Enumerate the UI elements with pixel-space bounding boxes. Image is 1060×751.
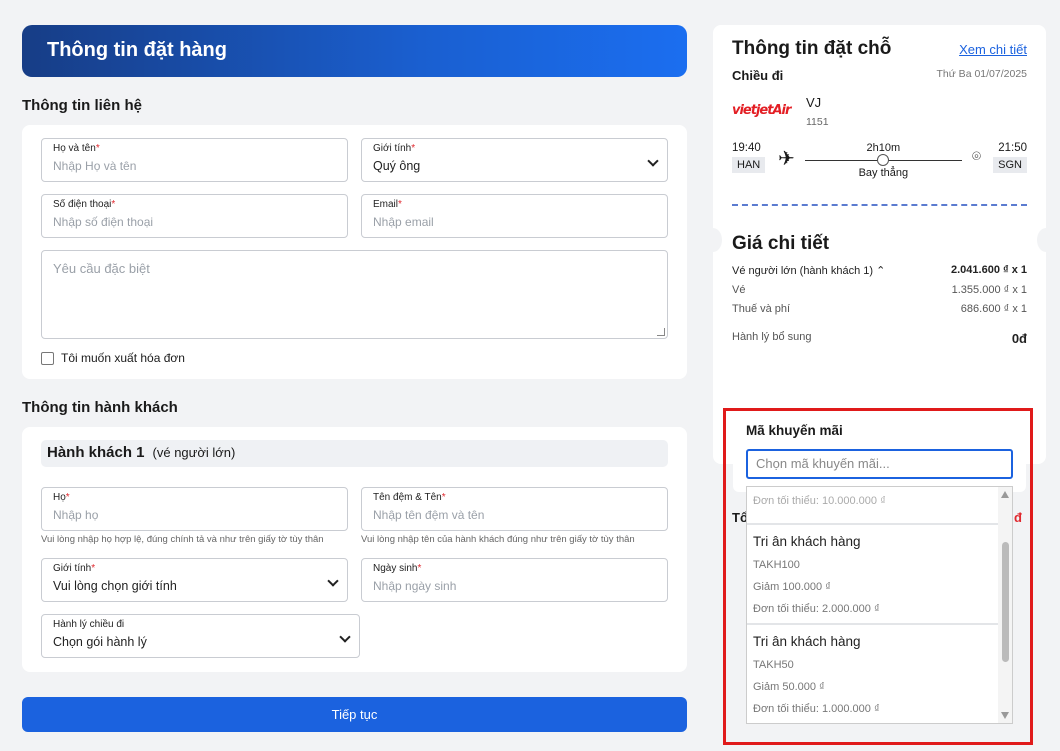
vietjet-logo: vietjetAir [732,103,791,118]
extra-luggage-row: Hành lý bổ sung 0đ [732,331,1027,346]
ticket-row: Vé 1.355.000 ₫ x 1 [732,284,1027,296]
passenger-type: (vé người lớn) [152,445,236,460]
direction-label: Chiều đi [732,68,784,83]
booking-card: Thông tin đặt chỗ Xem chi tiết Chiều đi … [704,25,1055,464]
arrival-airport: SGN [993,157,1027,173]
plane-icon: ✈ [778,148,795,170]
invoice-checkbox[interactable] [41,351,54,365]
tax-row: Thuế và phí 686.600 ₫ x 1 [732,303,1027,315]
page-title: Thông tin đặt hàng [22,25,687,77]
highlight-frame [723,408,1033,745]
adult-label: Vé người lớn (hành khách 1) [732,265,874,277]
location-pin-icon: ⌾ [971,148,981,165]
email-placeholder: Nhập email [373,215,434,229]
last-name-placeholder: Nhập họ [53,508,99,522]
gender-select[interactable]: Giới tính* Quý ông [361,138,668,182]
phone-placeholder: Nhập số điện thoại [53,215,154,229]
pax-gender-label: Giới tính [53,563,92,574]
phone-label: Số điện thoại [53,199,112,210]
last-name-hint: Vui lòng nhập họ hợp lệ, đúng chính tả v… [41,534,324,545]
adult-price-row[interactable]: Vé người lớn (hành khách 1) ⌃ 2.041.600 … [732,264,1027,277]
flight-number: 1151 [806,116,829,128]
phone-field[interactable]: Số điện thoại* Nhập số điện thoại [41,194,348,238]
extra-amount: 0đ [1011,331,1027,346]
view-details-link[interactable]: Xem chi tiết [959,42,1027,57]
route-line [804,154,962,166]
departure-airport: HAN [732,157,766,173]
order-column: Thông tin đặt hàng Thông tin liên hệ Họ … [22,25,687,732]
gender-label: Giới tính [373,143,412,154]
fullname-placeholder: Nhập Họ và tên [53,159,137,173]
dob-field[interactable]: Ngày sinh* Nhập ngày sinh [361,558,668,602]
given-name-placeholder: Nhập tên đệm và tên [373,508,485,522]
required-mark: * [398,199,402,210]
invoice-label: Tôi muốn xuất hóa đơn [61,351,185,365]
fullname-field[interactable]: Họ và tên* Nhập Họ và tên [41,138,348,182]
arrival-time: 21:50 [998,142,1027,154]
dashed-divider [732,204,1027,206]
last-name-field[interactable]: Họ* Nhập họ [41,487,348,531]
ticket-notch-left [704,228,722,252]
flight-type: Bay thẳng [858,167,909,179]
ticket-notch-right [1037,228,1055,252]
continue-button[interactable]: Tiếp tục [22,697,687,732]
fullname-label: Họ và tên [53,143,96,154]
booking-title: Thông tin đặt chỗ [732,38,892,59]
extra-label: Hành lý bổ sung [732,331,812,343]
chevron-up-icon: ⌃ [876,265,886,277]
gender-value: Quý ông [373,159,421,173]
pax-gender-select[interactable]: Giới tính* Vui lòng chọn giới tính [41,558,348,602]
last-name-label: Họ [53,492,66,503]
luggage-select[interactable]: Hành lý chiều đi Chọn gói hành lý [41,614,360,658]
booking-summary: Thông tin đặt chỗ Xem chi tiết Chiều đi … [704,25,1055,464]
email-field[interactable]: Email* Nhập email [361,194,668,238]
required-mark: * [91,563,96,574]
luggage-value: Chọn gói hành lý [53,635,147,649]
required-mark: * [111,199,116,210]
flight-duration: 2h10m [866,142,901,154]
given-name-hint: Vui lòng nhập tên của hành khách đúng nh… [361,534,635,545]
invoice-checkbox-row[interactable]: Tôi muốn xuất hóa đơn [41,351,668,365]
passenger-card: Hành khách 1 (vé người lớn) Họ* Nhập họ V… [22,427,687,672]
departure-time: 19:40 [732,142,761,154]
dob-label: Ngày sinh [373,563,418,574]
passenger-heading: Hành khách 1 (vé người lớn) [41,440,668,467]
required-mark: * [411,143,416,154]
tax-label: Thuế và phí [732,303,791,315]
luggage-label: Hành lý chiều đi [53,619,125,630]
dob-placeholder: Nhập ngày sinh [373,579,457,593]
flight-date: Thứ Ba 01/07/2025 [936,68,1027,80]
special-request-placeholder: Yêu cầu đặc biệt [53,261,150,276]
special-request-textarea[interactable]: Yêu cầu đặc biệt [41,250,668,339]
required-mark: * [417,563,422,574]
adult-amount: 2.041.600 ₫ x 1 [951,264,1027,276]
ticket-amount: 1.355.000 ₫ x 1 [951,284,1027,296]
given-name-field[interactable]: Tên đệm & Tên* Nhập tên đệm và tên [361,487,668,531]
required-mark: * [95,143,100,154]
flight-route: 2h10m Bay thẳng [801,142,966,179]
required-mark: * [441,492,446,503]
email-label: Email [373,199,399,210]
required-mark: * [65,492,70,503]
contact-section-title: Thông tin liên hệ [22,97,142,114]
contact-card: Họ và tên* Nhập Họ và tên Giới tính* Quý… [22,125,687,379]
airline-code: VJ [806,95,822,110]
tax-amount: 686.600 ₫ x 1 [960,303,1027,315]
pax-gender-value: Vui lòng chọn giới tính [53,579,177,593]
passenger-section-title: Thông tin hành khách [22,399,178,416]
price-title: Giá chi tiết [732,233,830,254]
given-name-label: Tên đệm & Tên [373,492,442,503]
ticket-label: Vé [732,284,746,296]
passenger-number: Hành khách 1 [47,444,145,461]
route-dot [877,154,890,166]
resize-handle[interactable] [657,328,665,336]
